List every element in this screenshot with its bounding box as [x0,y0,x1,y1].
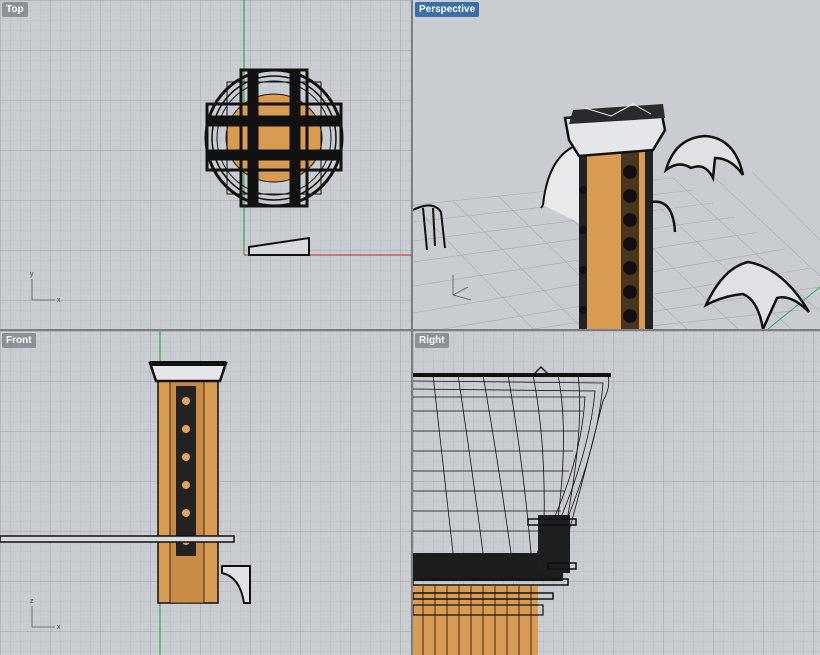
rhino-four-viewport-layout: x y Top Perspective x z Front Right [0,0,820,655]
perspective-view-canvas[interactable] [413,0,820,329]
viewport-title-perspective[interactable]: Perspective [415,2,480,17]
dome-front-right[interactable] [703,260,811,329]
axis-widget-3d [452,275,472,301]
viewport-top[interactable]: x y Top [0,0,411,329]
viewport-title-top[interactable]: Top [2,2,28,17]
top-view-canvas[interactable]: x y [0,0,411,329]
front-view-canvas[interactable]: x z [0,331,411,655]
viewport-title-front[interactable]: Front [2,333,36,348]
beam-elevation[interactable] [0,535,235,543]
dome-right[interactable] [663,134,745,183]
right-view-canvas[interactable] [413,331,820,655]
column-shaft-right[interactable] [413,586,538,655]
viewport-perspective[interactable]: Perspective [413,0,820,329]
viewport-right[interactable]: Right [413,331,820,655]
viewport-title-right[interactable]: Right [415,333,449,348]
axis-x-label: x [57,297,61,304]
axis-y-label: y [30,271,34,278]
dome-small-left[interactable] [413,204,446,251]
axis-x-label: x [57,624,61,631]
column-perspective[interactable] [563,103,677,329]
viewport-front[interactable]: x z Front [0,331,411,655]
column-elevation[interactable] [148,361,228,604]
axis-z-label: z [30,598,34,605]
